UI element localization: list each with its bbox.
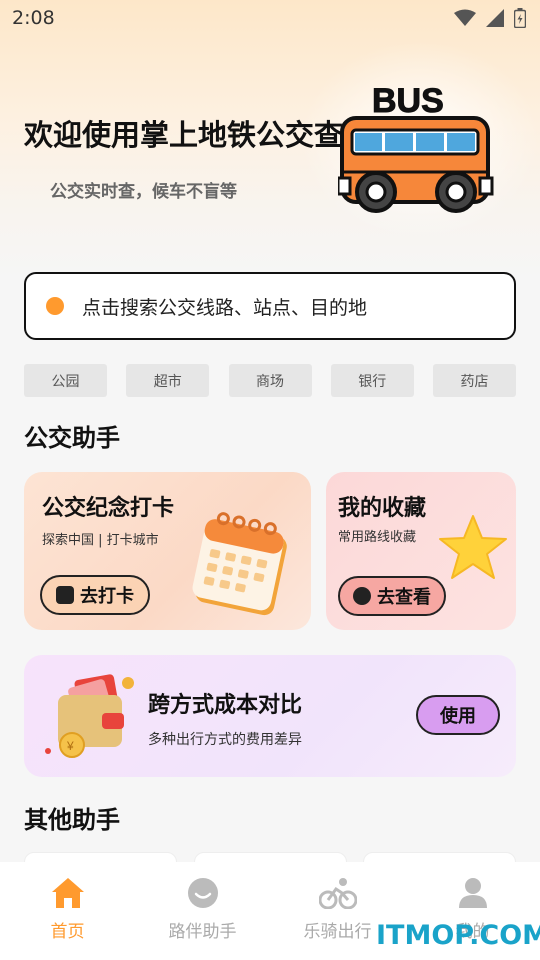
use-button[interactable]: 使用 xyxy=(416,695,500,735)
checkin-card-title: 公交纪念打卡 xyxy=(42,496,175,521)
search-box[interactable]: 点击搜索公交线路、站点、目的地 xyxy=(24,272,516,340)
bike-icon xyxy=(318,878,357,909)
chat-icon xyxy=(187,878,218,908)
chip-pharmacy[interactable]: 药店 xyxy=(433,364,516,397)
nav-home-label: 首页 xyxy=(50,922,85,942)
bus-label: BUS xyxy=(372,82,444,120)
search-icon xyxy=(353,587,371,605)
calendar-illustration xyxy=(192,512,287,616)
nav-companion[interactable]: 路伴助手 xyxy=(135,862,270,960)
svg-text:¥: ¥ xyxy=(66,739,74,753)
nav-home[interactable]: 首页 xyxy=(0,862,135,960)
cost-compare-subtitle: 多种出行方式的费用差异 xyxy=(148,732,302,748)
nav-ride-label: 乐骑出行 xyxy=(303,922,372,942)
favorites-card-title: 我的收藏 xyxy=(338,496,427,521)
category-chips: 公园 超市 商场 银行 药店 xyxy=(24,364,516,397)
search-dot-icon xyxy=(46,297,64,315)
checkin-card[interactable]: 公交纪念打卡 探索中国 | 打卡城市 去打卡 xyxy=(24,472,311,630)
view-favorites-button-label: 去查看 xyxy=(377,587,431,608)
cost-compare-card[interactable]: ¥ 跨方式成本对比 多种出行方式的费用差异 使用 xyxy=(24,655,516,777)
section-title-bus-helper: 公交助手 xyxy=(24,424,120,452)
watermark: ITMOP.COM xyxy=(376,920,540,951)
wallet-illustration: ¥ xyxy=(45,674,134,758)
chip-park[interactable]: 公园 xyxy=(24,364,107,397)
home-icon xyxy=(51,878,84,908)
chip-mall[interactable]: 商场 xyxy=(228,364,312,397)
cost-compare-title: 跨方式成本对比 xyxy=(148,693,303,718)
star-icon xyxy=(439,515,507,579)
chip-supermarket[interactable]: 超市 xyxy=(126,364,210,397)
checkin-card-subtitle: 探索中国 | 打卡城市 xyxy=(42,533,159,548)
view-favorites-button[interactable]: 去查看 xyxy=(338,576,446,616)
battery-icon xyxy=(514,8,526,28)
status-time: 2:08 xyxy=(12,7,55,29)
user-icon xyxy=(458,878,487,908)
search-placeholder: 点击搜索公交线路、站点、目的地 xyxy=(82,296,368,319)
checkin-button-label: 去打卡 xyxy=(80,586,134,607)
bus-illustration: BUS xyxy=(338,82,494,213)
cellular-signal-icon xyxy=(486,9,504,27)
status-bar: 2:08 xyxy=(0,0,540,36)
welcome-title: 欢迎使用掌上地铁公交查 xyxy=(24,118,344,152)
wifi-icon xyxy=(454,9,476,26)
welcome-subtitle: 公交实时查，候车不盲等 xyxy=(50,182,237,202)
status-icons xyxy=(454,8,526,28)
favorites-card[interactable]: 我的收藏 常用路线收藏 去查看 xyxy=(326,472,516,630)
nav-companion-label: 路伴助手 xyxy=(168,922,237,942)
section-title-other-helper: 其他助手 xyxy=(24,806,120,834)
chip-bank[interactable]: 银行 xyxy=(330,364,414,397)
use-button-label: 使用 xyxy=(440,706,476,727)
favorites-card-subtitle: 常用路线收藏 xyxy=(338,530,417,545)
checkin-button[interactable]: 去打卡 xyxy=(40,575,150,615)
calendar-check-icon xyxy=(56,586,74,604)
